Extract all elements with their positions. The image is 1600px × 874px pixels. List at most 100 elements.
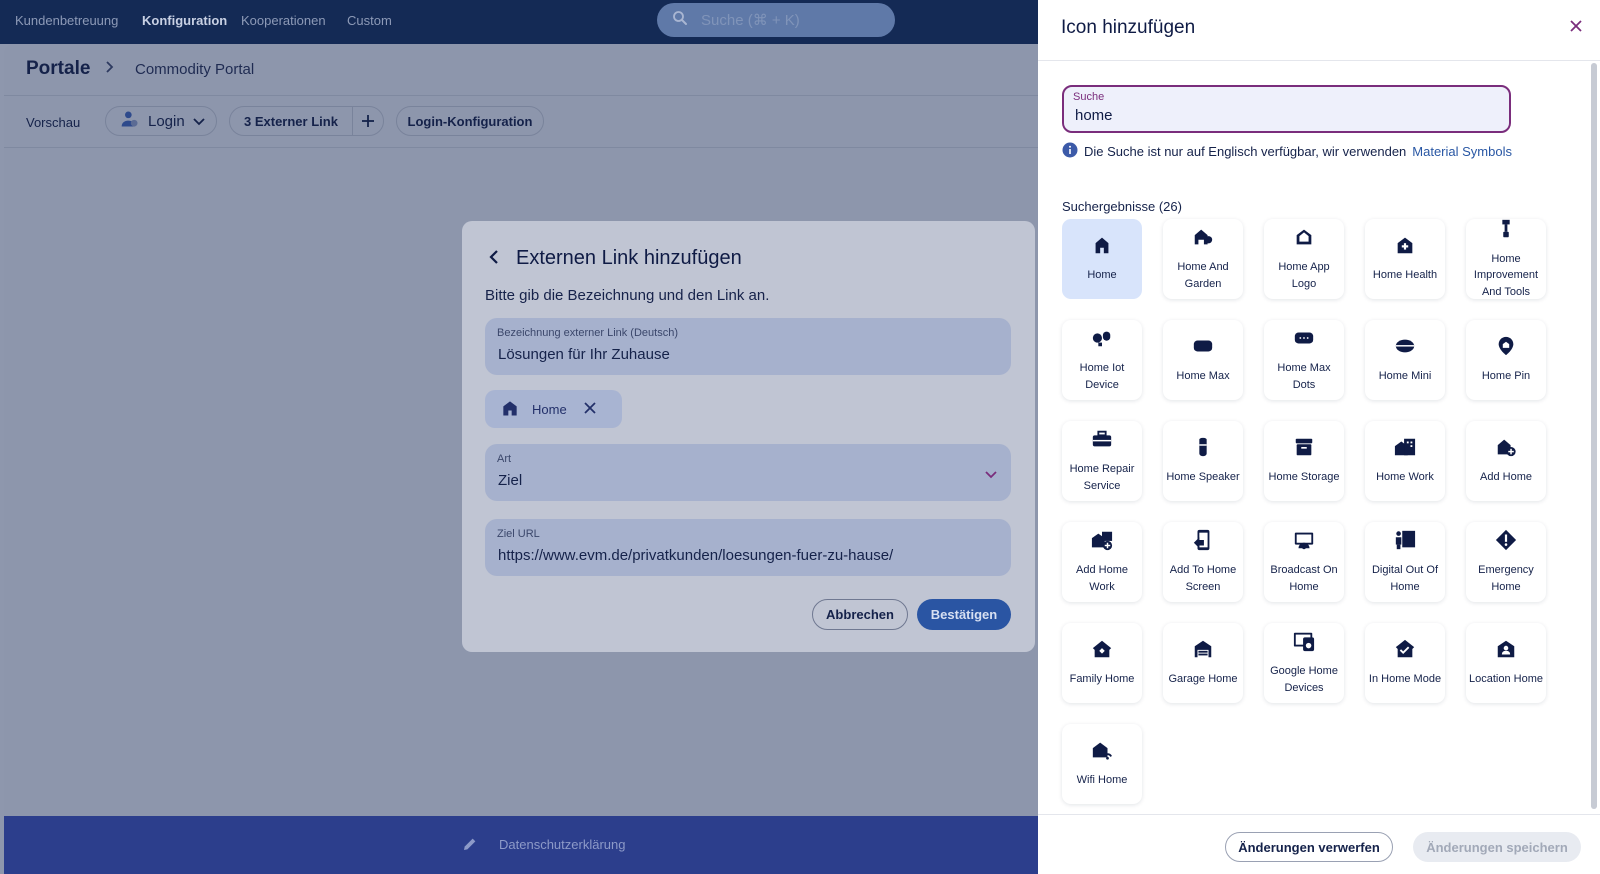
icon-tile-garage-home[interactable]: Garage Home: [1163, 623, 1243, 703]
login-config-button[interactable]: Login-Konfiguration: [396, 106, 544, 136]
icon-tile-label: Home Repair Service: [1069, 463, 1135, 492]
panel-scrollbar[interactable]: [1591, 63, 1597, 809]
discard-changes-button[interactable]: Änderungen verwerfen: [1225, 832, 1393, 862]
emergency-home-icon: [1495, 529, 1517, 556]
icon-tile-home[interactable]: Home: [1062, 219, 1142, 299]
chevron-down-icon: [193, 113, 205, 130]
icon-tile-location-home[interactable]: Location Home: [1466, 623, 1546, 703]
home-improvement-and-tools-icon: [1495, 218, 1517, 245]
icon-tile-home-speaker[interactable]: Home Speaker: [1163, 421, 1243, 501]
add-external-link-dialog: Externen Link hinzufügen Bitte gib die B…: [462, 221, 1035, 652]
material-symbols-link[interactable]: Material Symbols: [1412, 144, 1512, 159]
icon-tile-family-home[interactable]: Family Home: [1062, 623, 1142, 703]
save-changes-button[interactable]: Änderungen speichern: [1413, 832, 1581, 862]
add-to-home-screen-icon: [1192, 529, 1214, 556]
icon-tile-label: Home Health: [1372, 269, 1438, 282]
type-label: Art: [497, 453, 512, 465]
icon-tile-home-iot-device[interactable]: Home Iot Device: [1062, 320, 1142, 400]
icon-tile-in-home-mode[interactable]: In Home Mode: [1365, 623, 1445, 703]
icon-tile-broadcast-on-home[interactable]: Broadcast On Home: [1264, 522, 1344, 602]
icon-tile-label: Add Home Work: [1076, 564, 1128, 593]
home-app-logo-icon: [1293, 226, 1315, 253]
plus-icon: [361, 115, 374, 127]
icon-tile-add-home-work[interactable]: Add Home Work: [1062, 522, 1142, 602]
icon-tile-label: Home And Garden: [1177, 261, 1229, 290]
icon-search-input[interactable]: [1075, 107, 1495, 124]
icon-search-field[interactable]: Suche: [1062, 85, 1511, 133]
search-info: Die Suche ist nur auf Englisch verfügbar…: [1062, 142, 1512, 161]
icon-tile-digital-out-of-home[interactable]: Digital Out Of Home: [1365, 522, 1445, 602]
external-link-group: 3 Externer Link: [229, 106, 384, 136]
login-dropdown[interactable]: Login: [105, 106, 217, 136]
preview-label: Vorschau: [26, 115, 81, 130]
icon-tile-label: Digital Out Of Home: [1371, 564, 1439, 593]
home-speaker-icon: [1192, 436, 1214, 463]
close-icon[interactable]: [1569, 19, 1583, 38]
broadcast-on-home-icon: [1293, 529, 1315, 556]
icon-tile-home-pin[interactable]: Home Pin: [1466, 320, 1546, 400]
search-icon: [671, 9, 689, 32]
chevron-right-icon: [104, 60, 116, 79]
icon-tile-home-improvement-and-tools[interactable]: Home Improvement And Tools: [1466, 219, 1546, 299]
icon-tile-home-max-dots[interactable]: Home Max Dots: [1264, 320, 1344, 400]
in-home-mode-icon: [1394, 638, 1416, 665]
google-home-devices-icon: [1293, 630, 1315, 657]
nav-item-custom[interactable]: Custom: [347, 13, 392, 28]
icon-tile-label: Wifi Home: [1076, 774, 1128, 787]
link-name-field[interactable]: Bezeichnung externer Link (Deutsch) Lösu…: [485, 318, 1011, 375]
cancel-button[interactable]: Abbrechen: [812, 599, 908, 630]
icon-tile-label: Home Storage: [1268, 471, 1340, 484]
pencil-icon[interactable]: [462, 836, 478, 857]
icon-tile-home-mini[interactable]: Home Mini: [1365, 320, 1445, 400]
icon-tile-home-app-logo[interactable]: Home App Logo: [1264, 219, 1344, 299]
nav-item-konfiguration[interactable]: Konfiguration: [142, 13, 227, 28]
home-storage-icon: [1293, 436, 1315, 463]
icon-tile-label: Home App Logo: [1278, 261, 1330, 290]
icon-tile-home-storage[interactable]: Home Storage: [1264, 421, 1344, 501]
icon-tile-add-to-home-screen[interactable]: Add To Home Screen: [1163, 522, 1243, 602]
external-link-button[interactable]: 3 Externer Link: [230, 107, 353, 135]
panel-title: Icon hinzufügen: [1061, 17, 1196, 38]
icon-tile-home-work[interactable]: Home Work: [1365, 421, 1445, 501]
back-icon[interactable]: [488, 249, 500, 270]
icon-tile-label: Home Mini: [1378, 370, 1432, 383]
add-home-icon: [1495, 436, 1517, 463]
global-search[interactable]: Suche (⌘ + K): [657, 3, 895, 37]
icon-tile-label: Home Speaker: [1166, 471, 1240, 484]
icon-tile-home-health[interactable]: Home Health: [1365, 219, 1445, 299]
icon-tile-home-and-garden[interactable]: Home And Garden: [1163, 219, 1243, 299]
icon-tile-wifi-home[interactable]: Wifi Home: [1062, 724, 1142, 804]
icon-tile-home-repair-service[interactable]: Home Repair Service: [1062, 421, 1142, 501]
icon-tile-emergency-home[interactable]: Emergency Home: [1466, 522, 1546, 602]
results-title: Suchergebnisse (26): [1062, 199, 1182, 214]
confirm-button[interactable]: Bestätigen: [917, 599, 1011, 630]
footer-bar: Datenschutzerklärung: [4, 816, 1044, 874]
home-iot-device-icon: [1091, 327, 1113, 354]
home-icon: [500, 398, 520, 421]
target-url-label: Ziel URL: [497, 528, 540, 540]
home-max-dots-icon: [1293, 327, 1315, 354]
dialog-subtitle: Bitte gib die Bezeichnung und den Link a…: [485, 287, 770, 304]
chip-label: Home: [532, 401, 567, 417]
icon-tile-home-max[interactable]: Home Max: [1163, 320, 1243, 400]
add-external-link-button[interactable]: [353, 114, 383, 128]
icon-tile-label: In Home Mode: [1368, 673, 1442, 686]
icon-tile-add-home[interactable]: Add Home: [1466, 421, 1546, 501]
breadcrumb: Portale Commodity Portal: [4, 44, 1044, 96]
type-select[interactable]: Art Ziel: [485, 444, 1011, 501]
icon-tile-label: Home: [1087, 269, 1117, 282]
selected-icon-chip[interactable]: Home: [485, 390, 622, 428]
add-icon-panel: Icon hinzufügen Suche Die Suche ist nur …: [1038, 0, 1600, 874]
scrollbar-thumb[interactable]: [1591, 63, 1597, 809]
home-work-icon: [1394, 436, 1416, 463]
nav-item-kundenbetreuung[interactable]: Kundenbetreuung: [15, 13, 118, 28]
icon-tile-label: Location Home: [1469, 673, 1543, 686]
privacy-link[interactable]: Datenschutzerklärung: [499, 837, 625, 852]
close-icon[interactable]: [583, 401, 597, 418]
nav-item-kooperationen[interactable]: Kooperationen: [241, 13, 326, 28]
breadcrumb-root[interactable]: Portale: [26, 58, 90, 80]
icon-tile-label: Google Home Devices: [1270, 665, 1338, 694]
target-url-field[interactable]: Ziel URL https://www.evm.de/privatkunden…: [485, 519, 1011, 576]
icon-tile-label: Family Home: [1069, 673, 1135, 686]
icon-tile-google-home-devices[interactable]: Google Home Devices: [1264, 623, 1344, 703]
